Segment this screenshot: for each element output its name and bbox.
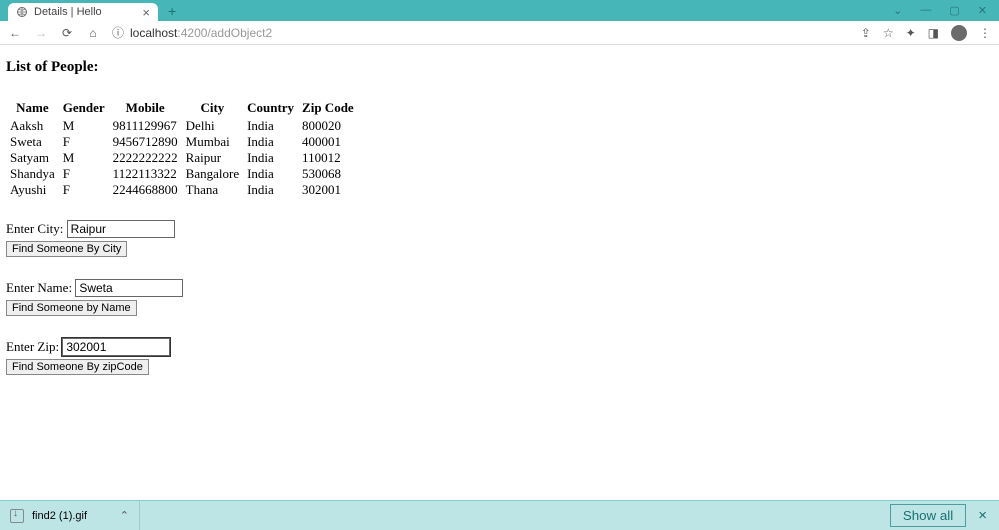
table-cell: F xyxy=(59,134,109,150)
table-cell: Satyam xyxy=(6,150,59,166)
table-cell: Ayushi xyxy=(6,182,59,198)
table-cell: India xyxy=(243,118,298,134)
window-controls: ⌄ — ▢ ✕ xyxy=(893,4,999,17)
table-cell: Aaksh xyxy=(6,118,59,134)
download-shelf: find2 (1).gif ⌃ Show all × xyxy=(0,500,999,530)
table-header-row: Name Gender Mobile City Country Zip Code xyxy=(6,100,358,118)
page-title: List of People: xyxy=(6,59,993,76)
home-icon[interactable]: ⌂ xyxy=(86,26,100,40)
name-label: Enter Name: xyxy=(6,280,72,295)
table-cell: 110012 xyxy=(298,150,358,166)
table-cell: M xyxy=(59,118,109,134)
col-mobile: Mobile xyxy=(109,100,182,118)
find-by-zip-form: Enter Zip: Find Someone By zipCode xyxy=(6,338,993,375)
find-by-city-form: Enter City: Find Someone By City xyxy=(6,220,993,257)
col-city: City xyxy=(182,100,243,118)
table-cell: 2222222222 xyxy=(109,150,182,166)
table-cell: Bangalore xyxy=(182,166,243,182)
table-cell: 800020 xyxy=(298,118,358,134)
download-file-icon xyxy=(10,509,24,523)
city-label: Enter City: xyxy=(6,221,63,236)
download-item[interactable]: find2 (1).gif ⌃ xyxy=(0,501,140,530)
table-cell: M xyxy=(59,150,109,166)
table-cell: 1122113322 xyxy=(109,166,182,182)
chevron-down-icon[interactable]: ⌄ xyxy=(893,4,902,17)
find-by-name-button[interactable]: Find Someone by Name xyxy=(6,300,137,316)
table-cell: 9456712890 xyxy=(109,134,182,150)
table-cell: Raipur xyxy=(182,150,243,166)
col-gender: Gender xyxy=(59,100,109,118)
table-cell: 530068 xyxy=(298,166,358,182)
table-cell: India xyxy=(243,134,298,150)
table-cell: Mumbai xyxy=(182,134,243,150)
zip-input[interactable] xyxy=(62,338,170,356)
minimize-icon[interactable]: — xyxy=(920,4,931,17)
city-input[interactable] xyxy=(67,220,175,238)
new-tab-button[interactable]: + xyxy=(168,3,176,19)
nav-back-icon[interactable]: ← xyxy=(8,26,22,40)
browser-tab-strip: Details | Hello × + ⌄ — ▢ ✕ xyxy=(0,0,999,21)
site-info-icon[interactable]: ⓘ xyxy=(112,24,124,41)
table-cell: 302001 xyxy=(298,182,358,198)
close-window-icon[interactable]: ✕ xyxy=(978,4,987,17)
find-by-city-button[interactable]: Find Someone By City xyxy=(6,241,127,257)
table-cell: India xyxy=(243,150,298,166)
profile-avatar[interactable] xyxy=(951,25,967,41)
share-icon[interactable]: ⇪ xyxy=(861,26,871,40)
bookmark-icon[interactable]: ☆ xyxy=(883,26,894,40)
chevron-up-icon[interactable]: ⌃ xyxy=(120,509,129,522)
zip-label: Enter Zip: xyxy=(6,339,59,354)
tab-close-icon[interactable]: × xyxy=(142,5,150,20)
table-cell: F xyxy=(59,166,109,182)
url-path: :4200/addObject2 xyxy=(177,26,272,40)
table-cell: F xyxy=(59,182,109,198)
table-row: SatyamM2222222222RaipurIndia110012 xyxy=(6,150,358,166)
url-field[interactable]: ⓘ localhost:4200/addObject2 xyxy=(112,24,849,41)
find-by-zip-button[interactable]: Find Someone By zipCode xyxy=(6,359,149,375)
table-cell: 2244668800 xyxy=(109,182,182,198)
find-by-name-form: Enter Name: Find Someone by Name xyxy=(6,279,993,316)
table-cell: 400001 xyxy=(298,134,358,150)
table-cell: Shandya xyxy=(6,166,59,182)
url-host: localhost xyxy=(130,26,177,40)
col-zip: Zip Code xyxy=(298,100,358,118)
nav-forward-icon[interactable]: → xyxy=(34,26,48,40)
table-row: AakshM9811129967DelhiIndia800020 xyxy=(6,118,358,134)
reload-icon[interactable]: ⟳ xyxy=(60,26,74,40)
maximize-icon[interactable]: ▢ xyxy=(949,4,959,17)
show-all-downloads-button[interactable]: Show all xyxy=(890,504,966,527)
menu-icon[interactable]: ⋮ xyxy=(979,26,991,40)
extensions-icon[interactable]: ✦ xyxy=(906,26,916,40)
browser-tab[interactable]: Details | Hello × xyxy=(8,3,158,21)
people-table: Name Gender Mobile City Country Zip Code… xyxy=(6,100,358,198)
download-filename: find2 (1).gif xyxy=(32,510,87,522)
table-row: AyushiF2244668800ThanaIndia302001 xyxy=(6,182,358,198)
table-cell: India xyxy=(243,182,298,198)
tab-title: Details | Hello xyxy=(34,6,142,18)
table-row: SwetaF9456712890MumbaiIndia400001 xyxy=(6,134,358,150)
address-bar: ← → ⟳ ⌂ ⓘ localhost:4200/addObject2 ⇪ ☆ … xyxy=(0,21,999,45)
name-input[interactable] xyxy=(75,279,183,297)
col-country: Country xyxy=(243,100,298,118)
close-download-shelf-icon[interactable]: × xyxy=(978,507,987,524)
table-cell: 9811129967 xyxy=(109,118,182,134)
globe-icon xyxy=(16,6,28,18)
table-cell: India xyxy=(243,166,298,182)
table-row: ShandyaF1122113322BangaloreIndia530068 xyxy=(6,166,358,182)
page-content: List of People: Name Gender Mobile City … xyxy=(0,45,999,375)
col-name: Name xyxy=(6,100,59,118)
table-cell: Thana xyxy=(182,182,243,198)
table-cell: Delhi xyxy=(182,118,243,134)
panel-icon[interactable]: ◨ xyxy=(928,26,939,40)
table-cell: Sweta xyxy=(6,134,59,150)
